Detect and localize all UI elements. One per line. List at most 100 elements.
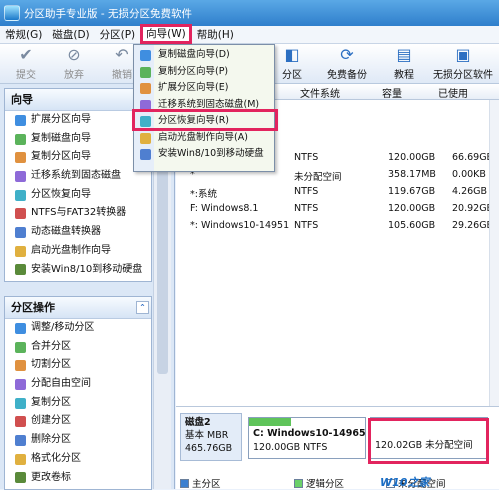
wizard-menu-item-icon xyxy=(140,116,151,127)
undo-label: 撤销 xyxy=(112,70,132,81)
partition-op-item-icon xyxy=(15,434,26,446)
partition-op-item-icon xyxy=(15,322,26,334)
wizard-item-label: 扩展分区向导 xyxy=(31,114,91,125)
tutorial-button[interactable]: ▤ 教程 xyxy=(380,45,428,82)
col-filesystem[interactable]: 文件系统 xyxy=(300,85,340,100)
wizard-item-icon xyxy=(15,114,26,126)
partition-c-detail: 120.00GB NTFS xyxy=(253,442,328,453)
discard-label: 放弃 xyxy=(64,70,84,81)
undo-icon: ↶ xyxy=(115,45,129,64)
wizard-item[interactable]: 启动光盘制作向导 xyxy=(5,242,151,261)
menu-bar: 常规(G) 磁盘(D) 分区(P) 向导(W) 帮助(H) xyxy=(0,24,499,44)
partition-op-item[interactable]: 合并分区 xyxy=(5,338,151,357)
wizard-menu-item[interactable]: 复制磁盘向导(D) xyxy=(134,47,274,64)
legend-logical: 逻辑分区 xyxy=(294,476,344,490)
wizard-item-label: 动态磁盘转换器 xyxy=(31,226,101,238)
logical-swatch xyxy=(294,478,303,488)
tutorial-icon: ▤ xyxy=(396,45,412,64)
free-backup-button[interactable]: ⟳ 免费备份 xyxy=(318,45,376,82)
wizard-item-icon xyxy=(15,152,26,164)
partition-op-item[interactable]: 复制分区 xyxy=(5,394,151,413)
free-backup-label: 免费备份 xyxy=(327,70,367,81)
discard-button[interactable]: ⊘ 放弃 xyxy=(50,46,98,82)
wizard-menu-item-label: 安装Win8/10到移动硬盘 xyxy=(158,148,264,159)
wizard-item[interactable]: 安装Win8/10到移动硬盘 xyxy=(5,261,151,280)
legend-logical-label: 逻辑分区 xyxy=(306,479,345,490)
partition-button[interactable]: ◧ 分区 xyxy=(268,46,316,82)
wizard-item[interactable]: 迁移系统到固态磁盘 xyxy=(5,167,151,186)
partition-op-item[interactable]: 格式化分区 xyxy=(5,450,151,469)
partition-op-item-label: 更改卷标 xyxy=(31,471,71,483)
partition-op-item[interactable]: 删除分区 xyxy=(5,431,151,450)
used-bar xyxy=(249,418,291,426)
table-row[interactable]: *: Windows10-14951 NTFS 105.60GB 29.26GB xyxy=(176,216,499,236)
wizard-item-icon xyxy=(15,208,26,220)
cell-name: *:系统 xyxy=(190,189,217,200)
unallocated-detail: 120.02GB 未分配空间 xyxy=(375,440,473,451)
wizard-menu-item-label: 复制分区向导(P) xyxy=(158,65,229,77)
cell-capacity: 120.00GB xyxy=(388,152,436,163)
partition-block-c[interactable]: C: Windows10-14965 120.00GB NTFS xyxy=(248,417,366,459)
legend-primary-label: 主分区 xyxy=(192,479,221,490)
wizard-item[interactable]: 扩展分区向导 xyxy=(5,111,151,130)
commit-icon: ✔ xyxy=(19,45,33,64)
wizard-item-label: 复制磁盘向导 xyxy=(31,132,91,144)
wizard-item-label: 复制分区向导 xyxy=(31,151,91,163)
wizard-menu-item-label: 分区恢复向导(R) xyxy=(158,115,230,126)
wizard-menu-item[interactable]: 迁移系统到固态磁盘(M) xyxy=(134,97,274,114)
cell-capacity: 105.60GB xyxy=(388,220,436,231)
commit-button[interactable]: ✔ 提交 xyxy=(2,45,50,82)
menu-partition[interactable]: 分区(P) xyxy=(95,26,141,44)
partition-op-item-label: 格式化分区 xyxy=(31,452,81,464)
empty-bar xyxy=(371,418,487,426)
partition-block-unallocated[interactable]: 120.02GB 未分配空间 xyxy=(370,417,488,459)
wizard-item-label: 启动光盘制作向导 xyxy=(31,244,111,256)
partition-op-item[interactable]: 调整/移动分区 xyxy=(5,319,151,338)
wizard-section: 向导 扩展分区向导 复制磁盘向导 复制分区向导迁移系统到固态磁盘 分区恢复向导 NTFS… xyxy=(4,88,152,282)
backup-icon: ⟳ xyxy=(340,45,354,64)
wizard-item[interactable]: NTFS与FAT32转换器 xyxy=(5,204,151,223)
partition-ops-title-text: 分区操作 xyxy=(11,301,55,314)
wizard-menu-item[interactable]: 安装Win8/10到移动硬盘 xyxy=(134,146,274,163)
partition-op-item[interactable]: 切割分区 xyxy=(5,356,151,375)
partition-op-item-label: 切割分区 xyxy=(31,359,71,371)
menu-help[interactable]: 帮助(H) xyxy=(192,26,239,44)
menu-disk[interactable]: 磁盘(D) xyxy=(47,26,94,44)
partition-op-item-label: 分配自由空间 xyxy=(31,378,91,390)
wizard-menu-item-icon xyxy=(140,66,151,78)
lossless-partition-button[interactable]: ▣ 无损分区软件 xyxy=(430,46,496,82)
wizard-menu-item[interactable]: 分区恢复向导(R) xyxy=(134,113,274,130)
partition-op-item[interactable]: 分配自由空间 xyxy=(5,375,151,394)
wizard-menu-item[interactable]: 扩展分区向导(E) xyxy=(134,80,274,97)
legend-primary: 主分区 xyxy=(180,476,221,490)
cell-capacity: 358.17MB xyxy=(388,169,436,180)
menu-general[interactable]: 常规(G) xyxy=(0,26,47,44)
wizard-item[interactable]: 分区恢复向导 xyxy=(5,186,151,205)
wizard-item[interactable]: 复制磁盘向导 xyxy=(5,130,151,149)
wizard-menu-item-icon xyxy=(140,99,151,111)
menu-wizard[interactable]: 向导(W) xyxy=(140,24,192,44)
right-scrollbar[interactable] xyxy=(489,100,499,410)
partition-op-item-label: 创建分区 xyxy=(31,415,71,427)
wizard-menu-item-icon xyxy=(140,50,151,61)
wizard-menu-item[interactable]: 启动光盘制作向导(A) xyxy=(134,130,274,147)
wizard-dropdown-menu: 复制磁盘向导(D) 复制分区向导(P) 扩展分区向导(E) 迁移系统到固态磁盘(M) 分… xyxy=(133,44,275,172)
disk-info[interactable]: 磁盘2 基本 MBR 465.76GB xyxy=(180,413,242,461)
partition-op-item[interactable]: 更改卷标 xyxy=(5,469,151,488)
disk-type: 基本 MBR xyxy=(185,430,229,441)
collapse-icon[interactable]: ⌃ xyxy=(136,301,149,314)
partition-op-item-label: 合并分区 xyxy=(31,340,71,352)
primary-swatch xyxy=(180,478,189,488)
cell-name: *: Windows10-14951 xyxy=(190,220,290,231)
wizard-menu-item[interactable]: 复制分区向导(P) xyxy=(134,64,274,81)
partition-op-item-icon xyxy=(15,360,26,372)
col-used[interactable]: 已使用 xyxy=(438,85,468,100)
partition-op-item[interactable]: 创建分区 xyxy=(5,412,151,431)
wizard-section-title: 向导 xyxy=(5,89,151,111)
wizard-item[interactable]: 复制分区向导 xyxy=(5,148,151,167)
col-capacity[interactable]: 容量 xyxy=(382,85,402,100)
partition-ops-title: 分区操作 ⌃ xyxy=(5,297,151,319)
wizard-item-icon xyxy=(15,226,26,238)
partition-c-label: C: Windows10-14965 xyxy=(253,428,366,439)
wizard-item[interactable]: 动态磁盘转换器 xyxy=(5,223,151,242)
